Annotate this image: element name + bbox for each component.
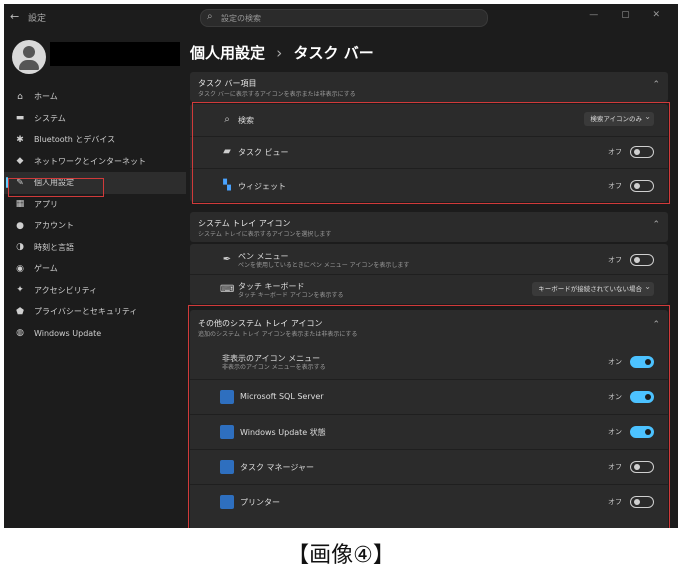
accounts-icon: ● — [16, 220, 24, 231]
title-bar: ← 設定 ⌕ 設定の検索 — ▢ ✕ — [4, 4, 678, 30]
user-name-redacted — [50, 42, 180, 66]
tray-row-keyboard[interactable]: ⌨ タッチ キーボード タッチ キーボード アイコンを表示する キーボードが接続… — [190, 276, 668, 304]
section-title: タスク バー項目 — [198, 79, 257, 88]
highlight-personalization — [8, 178, 104, 197]
tray-icons-header[interactable]: システム トレイ アイコン システム トレイに表示するアイコンを選択します ⌃ — [190, 212, 668, 242]
sidebar-item[interactable]: ✱ Bluetooth とデバイス — [4, 129, 186, 151]
time-language-icon: ◑ — [16, 242, 24, 253]
sidebar-item-label: プライバシーとセキュリティ — [34, 307, 138, 317]
row-sub: ペンを使用しているときにペン メニュー アイコンを表示します — [238, 262, 410, 269]
sidebar-item-label: Windows Update — [34, 328, 102, 338]
sidebar-item-label: 時刻と言語 — [34, 242, 74, 252]
sidebar-item-label: システム — [34, 113, 66, 123]
page-title: 個人用設定 › タスク バー — [190, 44, 374, 62]
settings-window: ← 設定 ⌕ 設定の検索 — ▢ ✕ ⌂ ホーム ▬ システム ✱ Bluetooth と… — [4, 4, 678, 528]
section-title: システム トレイ アイコン — [198, 219, 291, 228]
sidebar-item[interactable]: ◍ Windows Update — [4, 323, 186, 345]
privacy-icon: ⬟ — [16, 306, 24, 317]
touch-keyboard-dropdown[interactable]: キーボードが接続されていない場合 — [532, 280, 654, 296]
sidebar-item[interactable]: ⬟ プライバシーとセキュリティ — [4, 301, 186, 323]
chevron-up-icon[interactable]: ⌃ — [652, 220, 660, 230]
highlight-taskbar-items — [192, 102, 670, 204]
keyboard-icon: ⌨ — [220, 284, 235, 295]
sidebar-item[interactable]: ⌂ ホーム — [4, 86, 186, 108]
back-arrow-icon[interactable]: ← — [10, 10, 19, 23]
search-placeholder: 設定の検索 — [221, 14, 261, 23]
sidebar-nav: ⌂ ホーム ▬ システム ✱ Bluetooth とデバイス ◆ ネットワークとインターネット… — [4, 86, 186, 344]
chevron-up-icon[interactable]: ⌃ — [652, 80, 660, 90]
system-icon: ▬ — [15, 113, 25, 124]
window-controls[interactable]: — ▢ ✕ — [589, 10, 670, 20]
pen-icon: ✒ — [222, 254, 232, 265]
sidebar-item-label: Bluetooth とデバイス — [34, 135, 116, 145]
section-subtitle: タスク バーに表示するアイコンを表示または非表示にする — [198, 91, 356, 98]
sidebar-item[interactable]: ◆ ネットワークとインターネット — [4, 151, 186, 173]
sidebar-item-label: アプリ — [34, 199, 58, 209]
tray-icons-list: ✒ ペン メニュー ペンを使用しているときにペン メニュー アイコンを表示します… — [190, 244, 668, 304]
sidebar-item[interactable]: ✦ アクセシビリティ — [4, 280, 186, 302]
update-icon: ◍ — [16, 328, 24, 339]
sidebar-item-label: ネットワークとインターネット — [34, 156, 146, 166]
apps-icon: ▦ — [15, 199, 25, 210]
toggle-state: オフ — [608, 256, 622, 264]
section-subtitle: システム トレイに表示するアイコンを選択します — [198, 231, 332, 238]
network-icon: ◆ — [16, 156, 24, 167]
sidebar-item-label: アクセシビリティ — [34, 285, 98, 295]
gaming-icon: ◉ — [16, 263, 24, 274]
sidebar-item[interactable]: ◑ 時刻と言語 — [4, 237, 186, 259]
taskbar-items-header[interactable]: タスク バー項目 タスク バーに表示するアイコンを表示または非表示にする ⌃ — [190, 72, 668, 102]
sidebar-item[interactable]: ◉ ゲーム — [4, 258, 186, 280]
image-caption: 【画像④】 — [287, 543, 395, 568]
highlight-other-tray — [188, 305, 670, 528]
settings-search-input[interactable]: ⌕ 設定の検索 — [200, 9, 488, 27]
bluetooth-icon: ✱ — [16, 134, 24, 145]
sidebar-item-label: ホーム — [34, 92, 58, 102]
app-title: 設定 — [28, 14, 47, 24]
sidebar-item-label: ゲーム — [34, 264, 58, 274]
avatar[interactable] — [12, 40, 46, 74]
tray-row-pen[interactable]: ✒ ペン メニュー ペンを使用しているときにペン メニュー アイコンを表示します… — [190, 246, 668, 274]
pen-menu-toggle[interactable] — [630, 254, 654, 266]
sidebar-item[interactable]: ● アカウント — [4, 215, 186, 237]
sidebar-item[interactable]: ▬ システム — [4, 108, 186, 130]
divider — [190, 274, 668, 275]
search-icon: ⌕ — [207, 11, 213, 22]
sidebar-item-label: アカウント — [34, 221, 74, 231]
accessibility-icon: ✦ — [16, 285, 24, 296]
sidebar: ⌂ ホーム ▬ システム ✱ Bluetooth とデバイス ◆ ネットワークとインターネット… — [4, 30, 186, 528]
home-icon: ⌂ — [17, 91, 23, 102]
row-sub: タッチ キーボード アイコンを表示する — [238, 292, 344, 299]
